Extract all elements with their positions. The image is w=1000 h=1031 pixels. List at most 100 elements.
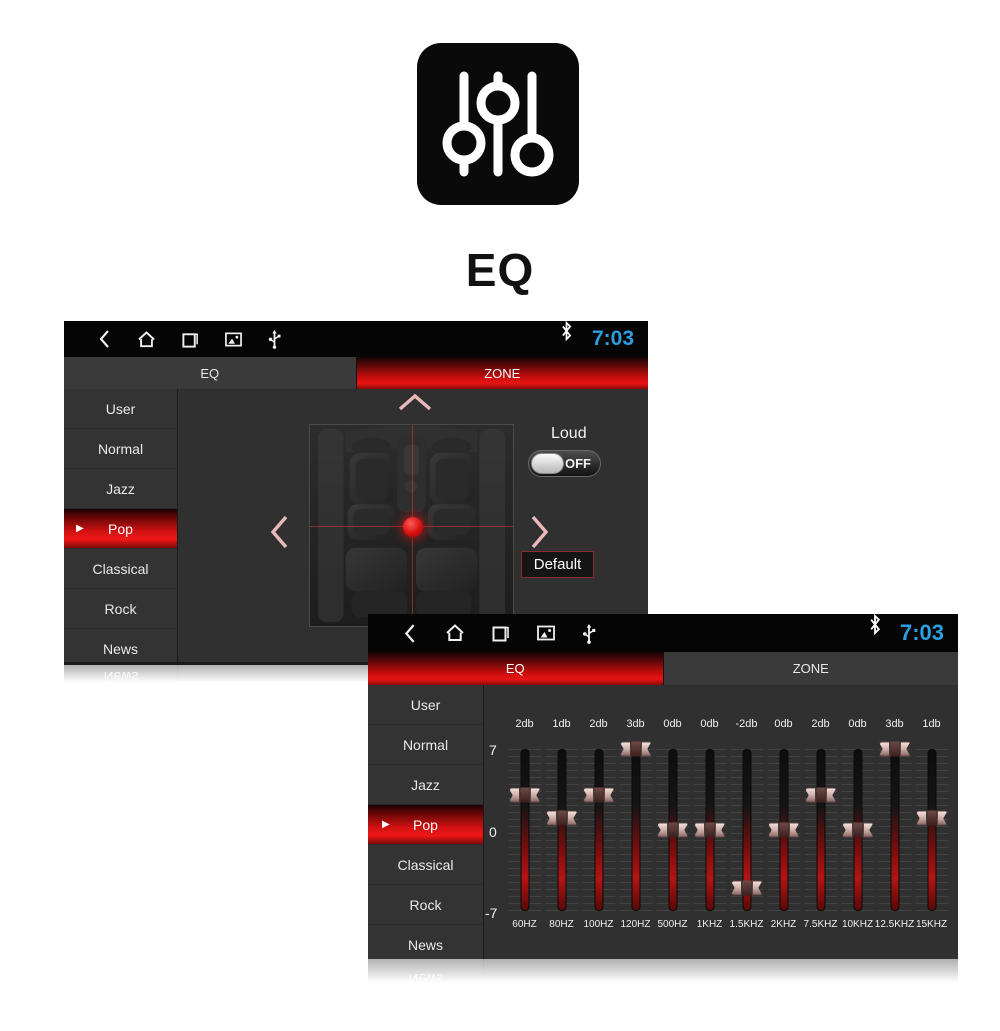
preset-label: Classical: [92, 560, 149, 577]
back-icon[interactable]: [388, 614, 432, 652]
thumb-right-half: [751, 880, 763, 896]
eq-track[interactable]: [927, 749, 936, 911]
eq-band-80hz[interactable]: 1db 80HZ: [543, 685, 580, 959]
recents-icon[interactable]: [478, 614, 524, 652]
home-icon[interactable]: [124, 321, 168, 357]
scale-label-bottom: -7: [485, 905, 498, 921]
chevron-up-icon[interactable]: [396, 391, 434, 413]
tab-eq-2[interactable]: EQ: [368, 652, 664, 685]
preset-label: Classical: [397, 856, 454, 873]
eq-hz-label: 100HZ: [583, 919, 614, 930]
eq-hz-label: 120HZ: [620, 919, 651, 930]
preset-item-pop[interactable]: ▶ Pop: [64, 509, 177, 549]
clock-label: 7:03: [899, 620, 944, 645]
default-button[interactable]: Default: [521, 551, 594, 578]
thumb-left-half: [619, 741, 631, 757]
eq-band-7.5khz[interactable]: 2db 7.5KHZ: [802, 685, 839, 959]
preset-label: News: [102, 640, 138, 657]
loud-toggle[interactable]: OFF: [528, 450, 601, 477]
eq-db-label: 0db: [774, 718, 793, 730]
eq-slider-thumb[interactable]: [619, 741, 652, 757]
eq-slider-thumb[interactable]: [804, 787, 837, 803]
chevron-left-icon[interactable]: [268, 513, 290, 551]
eq-slider-thumb[interactable]: [508, 787, 541, 803]
thumb-right-half: [862, 822, 874, 838]
thumb-right-half: [788, 822, 800, 838]
eq-band-15khz[interactable]: 1db 15KHZ: [913, 685, 950, 959]
preset-list-1: User Normal Jazz ▶ Pop Classical Rock Ne…: [64, 389, 178, 665]
thumb-left-half: [730, 880, 742, 896]
home-icon[interactable]: [432, 614, 478, 652]
eq-band-60hz[interactable]: 2db 60HZ: [506, 685, 543, 959]
clock-label: 7:03: [591, 327, 634, 350]
preset-item-user[interactable]: User: [368, 685, 483, 725]
eq-slider-thumb[interactable]: [730, 880, 763, 896]
car-interior-view[interactable]: [309, 424, 514, 627]
gallery-icon[interactable]: [524, 614, 568, 652]
eq-slider-thumb[interactable]: [878, 741, 911, 757]
eq-band-120hz[interactable]: 3db 120HZ: [617, 685, 654, 959]
preset-item-classical[interactable]: Classical: [64, 549, 177, 589]
eq-band-1.5khz[interactable]: -2db 1.5KHZ: [728, 685, 765, 959]
eq-band-10khz[interactable]: 0db 10KHZ: [839, 685, 876, 959]
zone-position-dot[interactable]: [403, 517, 423, 537]
eq-slider-thumb[interactable]: [545, 810, 578, 826]
gallery-icon[interactable]: [212, 321, 254, 357]
eq-band-100hz[interactable]: 2db 100HZ: [580, 685, 617, 959]
preset-item-jazz[interactable]: Jazz: [368, 765, 483, 805]
preset-item-normal[interactable]: Normal: [64, 429, 177, 469]
eq-track[interactable]: [816, 749, 825, 911]
preset-caret-icon: ▶: [382, 819, 390, 830]
eq-sliders-icon: [417, 43, 579, 205]
thumb-left-half: [878, 741, 890, 757]
thumb-right-half: [566, 810, 578, 826]
preset-item-pop[interactable]: ▶ Pop: [368, 805, 483, 845]
preset-item-news[interactable]: News: [64, 629, 177, 665]
thumb-center: [668, 822, 677, 838]
tab-zone-2[interactable]: ZONE: [663, 652, 958, 685]
eq-band-500hz[interactable]: 0db 500HZ: [654, 685, 691, 959]
preset-item-classical[interactable]: Classical: [368, 845, 483, 885]
eq-track[interactable]: [520, 749, 529, 911]
preset-item-jazz[interactable]: Jazz: [64, 469, 177, 509]
usb-icon[interactable]: [254, 321, 294, 357]
eq-track[interactable]: [557, 749, 566, 911]
eq-track[interactable]: [890, 749, 899, 911]
eq-track[interactable]: [631, 749, 640, 911]
eq-slider-thumb[interactable]: [841, 822, 874, 838]
eq-slider-thumb[interactable]: [767, 822, 800, 838]
eq-db-label: -2db: [735, 718, 758, 730]
preset-item-rock[interactable]: Rock: [368, 885, 483, 925]
usb-icon[interactable]: [568, 614, 610, 652]
eq-hz-label: 15KHZ: [915, 919, 948, 930]
equalizer-panel: 7 0 -7 2db 60HZ 1db 80HZ 2db 100HZ 3db 120HZ 0db…: [484, 685, 958, 959]
thumb-left-half: [582, 787, 594, 803]
eq-hz-label: 7.5KHZ: [803, 919, 838, 930]
preset-item-normal[interactable]: Normal: [368, 725, 483, 765]
preset-item-news[interactable]: News: [368, 925, 483, 959]
preset-item-user[interactable]: User: [64, 389, 177, 429]
preset-list-2: User Normal Jazz ▶ Pop Classical Rock Ne…: [368, 685, 484, 959]
preset-item-rock[interactable]: Rock: [64, 589, 177, 629]
eq-slider-thumb[interactable]: [693, 822, 726, 838]
preset-label: Pop: [108, 520, 133, 537]
preset-label: News: [407, 936, 443, 953]
eq-slider-thumb[interactable]: [915, 810, 948, 826]
tab-zone-1[interactable]: ZONE: [356, 357, 648, 389]
eq-db-label: 2db: [811, 718, 830, 730]
eq-band-1khz[interactable]: 0db 1KHZ: [691, 685, 728, 959]
eq-band-12.5khz[interactable]: 3db 12.5KHZ: [875, 685, 914, 959]
eq-db-label: 3db: [885, 718, 904, 730]
eq-band-2khz[interactable]: 0db 2KHZ: [765, 685, 802, 959]
thumb-left-half: [656, 822, 668, 838]
eq-slider-thumb[interactable]: [582, 787, 615, 803]
thumb-center: [520, 787, 529, 803]
eq-slider-thumb[interactable]: [656, 822, 689, 838]
recents-icon[interactable]: [168, 321, 212, 357]
eq-screen-device: 7:03 EQ ZONE User Normal Jazz ▶ Pop Clas…: [368, 614, 958, 959]
back-icon[interactable]: [84, 321, 124, 357]
tab-eq-1[interactable]: EQ: [64, 357, 357, 389]
chevron-right-icon[interactable]: [528, 513, 550, 551]
eq-track[interactable]: [594, 749, 603, 911]
nav-icons-1: [84, 321, 294, 357]
